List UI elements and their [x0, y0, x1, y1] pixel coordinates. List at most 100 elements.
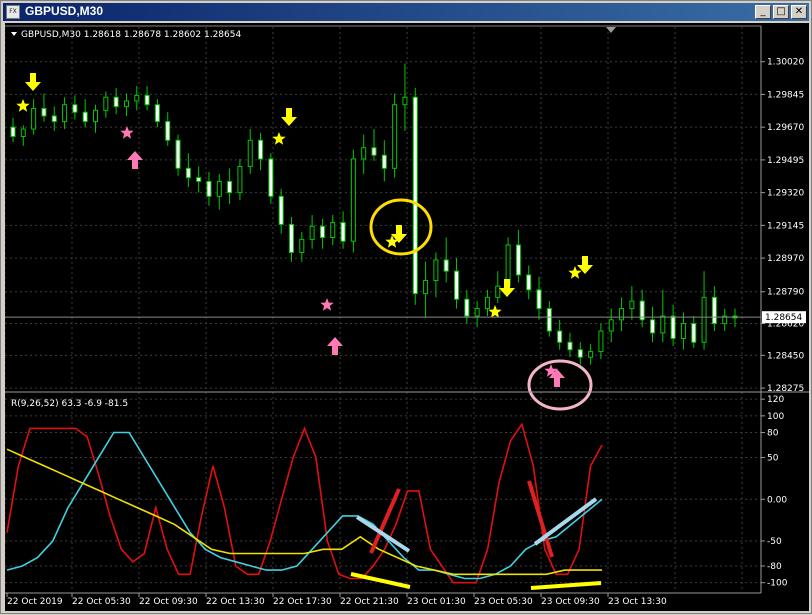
candle-body-bull: [103, 96, 109, 111]
candle: [10, 117, 16, 143]
candle: [577, 342, 583, 365]
osc-axis-label: -100: [767, 579, 788, 589]
candle: [536, 276, 542, 320]
maximize-button[interactable]: □: [773, 5, 789, 19]
candle: [175, 134, 181, 176]
candle-body-bull: [484, 296, 490, 310]
candle-body-bear: [381, 154, 387, 169]
candle-body-bull: [31, 107, 37, 130]
candle: [722, 308, 728, 332]
chart-area[interactable]: GBPUSD,M30 1.28618 1.28678 1.28602 1.286…: [4, 23, 809, 611]
candle: [103, 91, 109, 118]
candle-body-bear: [185, 167, 191, 179]
candle-body-bear: [557, 330, 563, 343]
candle-body-bear: [546, 308, 552, 332]
dropdown-triangle-icon[interactable]: [11, 32, 17, 36]
candle-body-bear: [515, 244, 521, 276]
osc-axis-label: 0.00: [767, 495, 787, 505]
candle: [484, 289, 490, 317]
chart-canvas[interactable]: GBPUSD,M30 1.28618 1.28678 1.28602 1.286…: [4, 23, 809, 611]
candle-body-bull: [660, 315, 666, 334]
star-yellow-icon: [272, 132, 286, 145]
candle-body-bear: [144, 94, 150, 106]
price-label: 1.29495: [767, 156, 804, 166]
candle: [649, 306, 655, 343]
candle-body-bear: [154, 104, 160, 123]
candle-body-bear: [165, 121, 171, 141]
candle-body-bear: [577, 349, 583, 358]
candle: [629, 286, 635, 320]
price-label: 1.29670: [767, 123, 804, 133]
candle-body-bull: [309, 225, 315, 240]
candle: [660, 289, 666, 343]
candle: [309, 215, 315, 249]
time-label: 23 Oct 01:30: [407, 597, 466, 607]
candle-body-bull: [629, 300, 635, 310]
candle-body-bear: [288, 223, 294, 253]
candle: [495, 271, 501, 303]
candle: [206, 172, 212, 206]
candle-body-bull: [495, 285, 501, 298]
candle-body-bull: [350, 158, 356, 242]
candle: [598, 323, 604, 360]
candle: [423, 261, 429, 318]
time-label: 23 Oct 05:30: [474, 597, 533, 607]
minimize-button[interactable]: _: [755, 5, 771, 19]
candle: [247, 129, 253, 174]
candle-body-bull: [433, 259, 439, 282]
candle-body-bull: [608, 319, 614, 332]
price-label: 1.30020: [767, 58, 804, 68]
candle: [319, 218, 325, 249]
sell-arrow-icon: [499, 279, 515, 297]
candle: [526, 265, 532, 300]
candle-body-bear: [113, 96, 119, 108]
star-pink-icon: [120, 126, 134, 139]
candle-body-bear: [227, 180, 233, 194]
candle-body-bull: [20, 128, 26, 138]
candle: [680, 312, 686, 350]
price-label: 1.29320: [767, 189, 804, 199]
candle-body-bear: [567, 341, 573, 351]
star-yellow-icon: [16, 99, 30, 112]
osc-axis-label: -80: [767, 562, 782, 572]
sell-arrow-icon: [25, 73, 41, 91]
oscillator-line-red: [6, 422, 603, 584]
candle-body-bear: [340, 222, 346, 242]
candle-body-bear: [536, 289, 542, 310]
grid-lines: [4, 27, 761, 592]
candle-body-bear: [691, 323, 697, 343]
oscillator-panel: [6, 422, 603, 584]
candle-body-bear: [319, 225, 325, 239]
osc-axis-label: 100: [767, 412, 784, 422]
candle: [608, 308, 614, 343]
candle-body-bear: [670, 315, 676, 340]
candle: [41, 93, 47, 122]
candle: [371, 129, 377, 161]
time-label: 23 Oct 13:30: [608, 597, 667, 607]
candle-body-bear: [268, 158, 274, 197]
close-button[interactable]: ✕: [791, 5, 807, 19]
divergence-line-yellow: [350, 572, 411, 589]
candle: [546, 301, 552, 337]
candle-body-bull: [123, 100, 129, 108]
candle: [701, 271, 707, 350]
candle: [227, 168, 233, 204]
candle: [268, 153, 274, 204]
candle: [639, 289, 645, 328]
candle: [340, 211, 346, 249]
candle-body-bull: [62, 104, 68, 123]
candle-body-bull: [588, 351, 594, 358]
title-bar[interactable]: FX GBPUSD,M30 _ □ ✕: [3, 3, 809, 21]
candle: [20, 125, 26, 146]
price-label: 1.28275: [767, 384, 804, 394]
price-label: 1.29845: [767, 90, 804, 100]
candle-body-bear: [649, 319, 655, 334]
candle-body-bear: [443, 259, 449, 272]
candle-body-bear: [412, 96, 418, 295]
candle-body-bear: [526, 274, 532, 291]
candle: [732, 308, 738, 328]
candle-body-bear: [72, 104, 78, 113]
candle: [381, 140, 387, 182]
divergence-line-blue: [533, 497, 598, 546]
time-label: 23 Oct 09:30: [541, 597, 600, 607]
